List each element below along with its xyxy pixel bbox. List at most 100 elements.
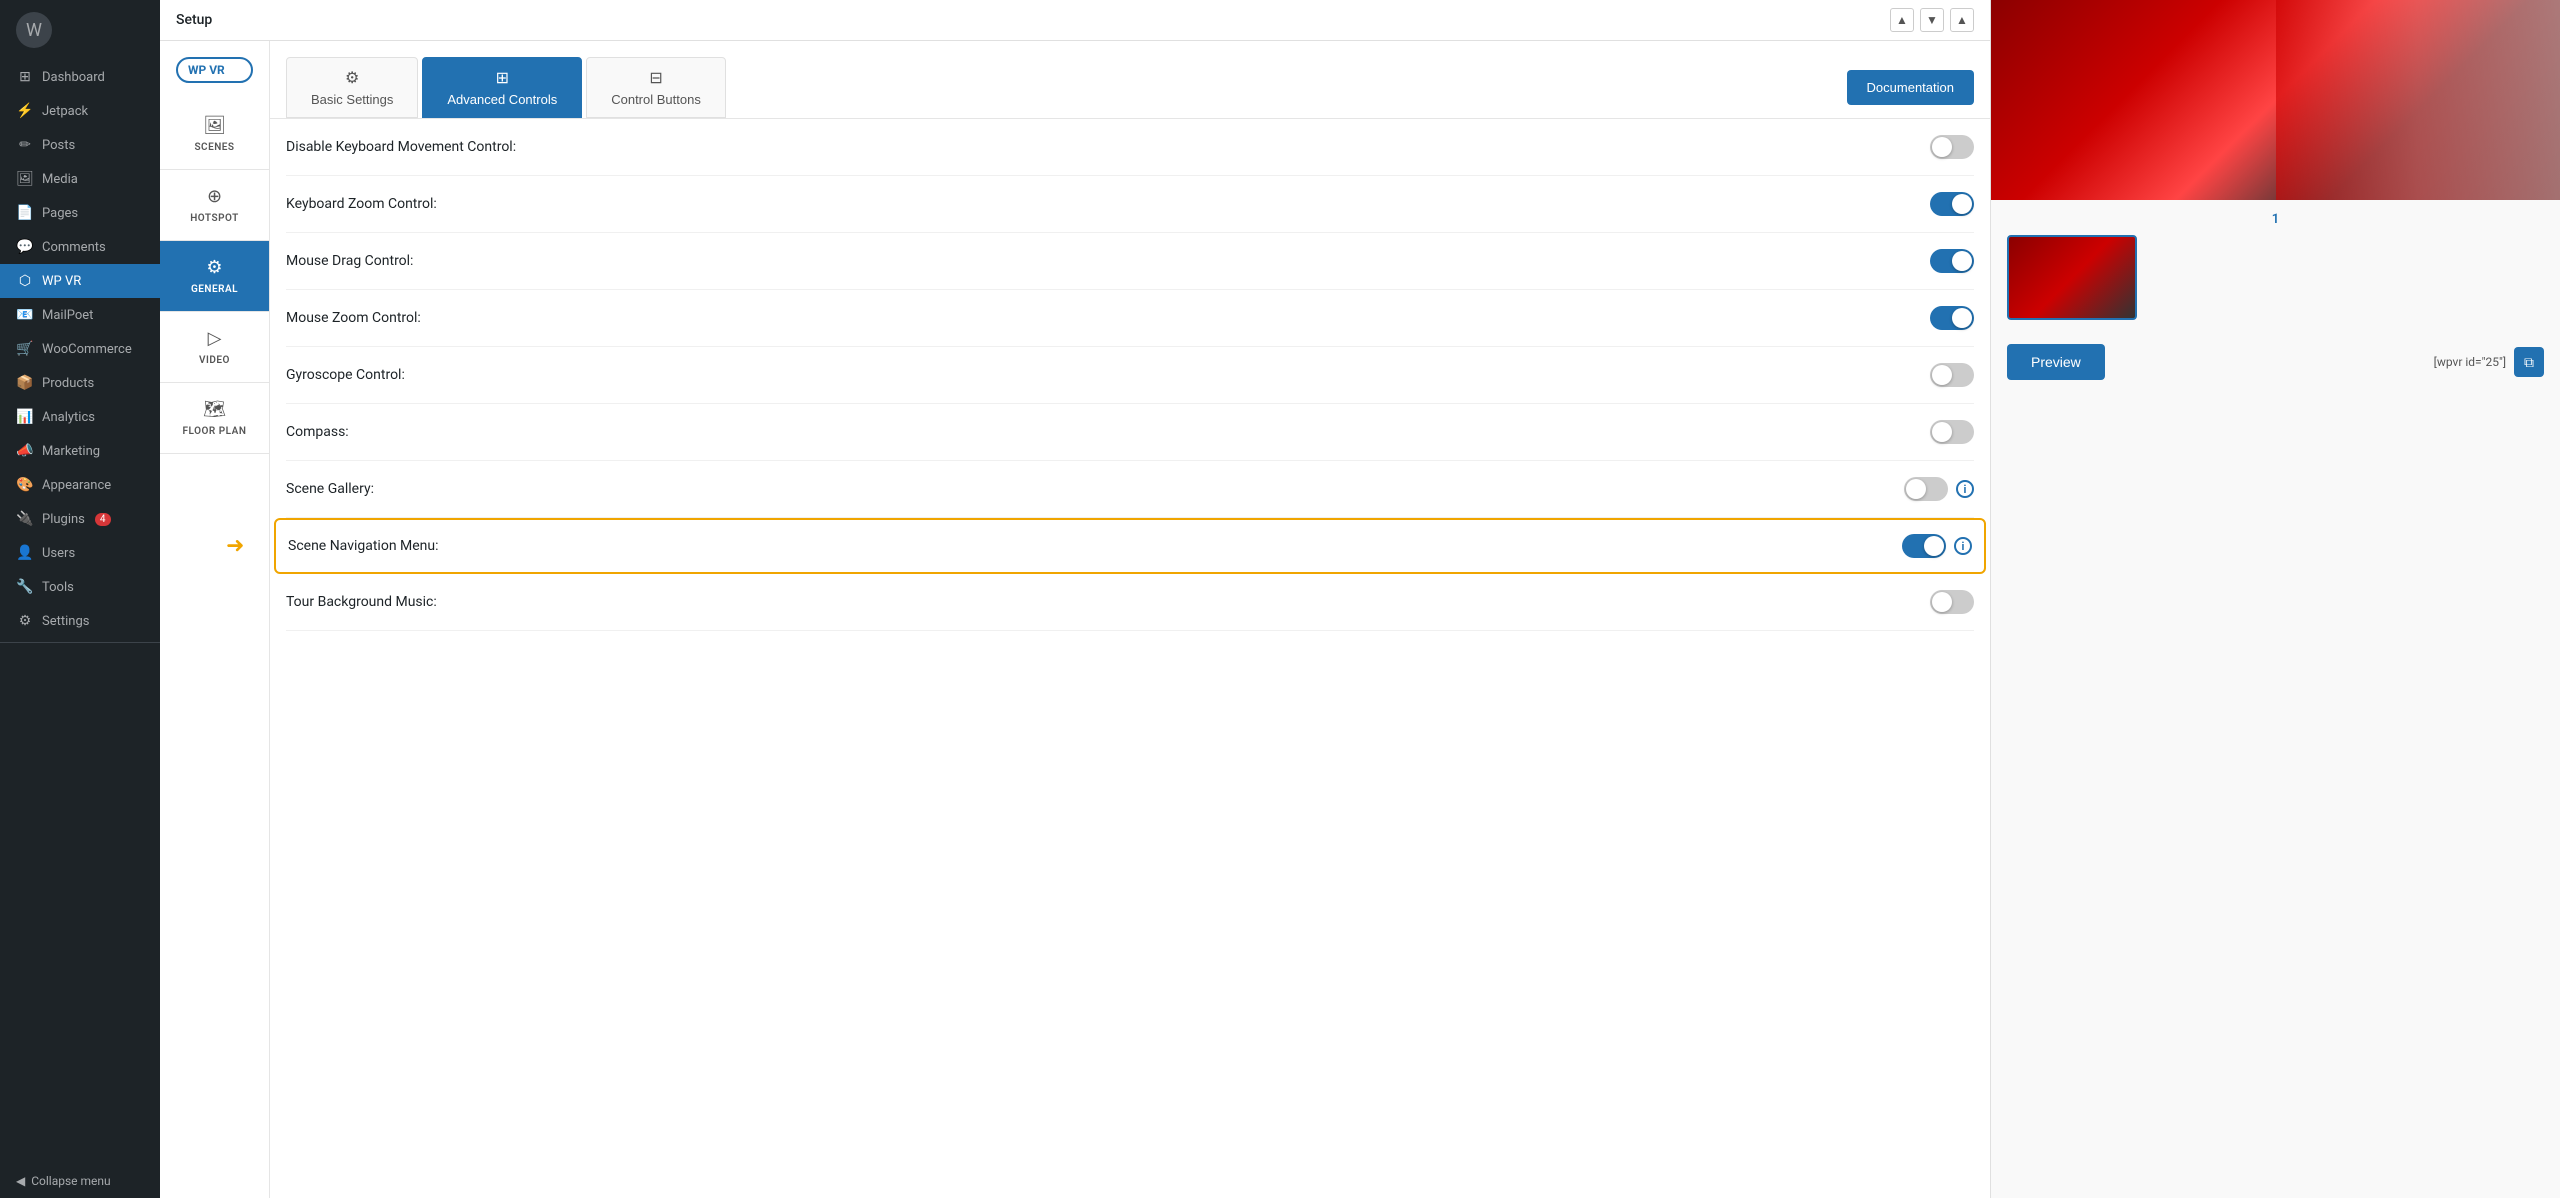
floor-plan-nav-icon: 🗺 (203, 399, 226, 420)
sidebar-item-users[interactable]: 👤 Users (0, 536, 160, 570)
setting-label-mouse-zoom: Mouse Zoom Control: (286, 310, 421, 326)
wpvr-logo-text: WP VR (188, 63, 225, 77)
sidebar-item-wp-vr[interactable]: ⬡ WP VR (0, 264, 160, 298)
sidebar-item-label: Posts (42, 138, 75, 153)
setting-row-scene-navigation: ➜ Scene Navigation Menu: i (274, 518, 1986, 574)
sidebar-item-pages[interactable]: 📄 Pages (0, 196, 160, 230)
sidebar-item-label: Products (42, 376, 94, 391)
setting-row-gyroscope: Gyroscope Control: (286, 347, 1974, 404)
sidebar-item-dashboard[interactable]: ⊞ Dashboard (0, 60, 160, 94)
toggle-mouse-zoom[interactable] (1930, 306, 1974, 330)
analytics-icon: 📊 (16, 408, 34, 426)
right-panel: 1 Preview [wpvr id="25"] ⧉ (1990, 0, 2560, 1198)
sidebar-item-mailpoet[interactable]: 📧 MailPoet (0, 298, 160, 332)
sidebar-item-label: Settings (42, 614, 89, 629)
comments-icon: 💬 (16, 238, 34, 256)
setting-controls-mouse-zoom (1930, 306, 1974, 330)
preview-button[interactable]: Preview (2007, 344, 2105, 380)
sidebar-item-comments[interactable]: 💬 Comments (0, 230, 160, 264)
toggle-scene-gallery[interactable] (1904, 477, 1948, 501)
advanced-controls-tab-label: Advanced Controls (447, 92, 557, 107)
toggle-mouse-drag[interactable] (1930, 249, 1974, 273)
left-nav-item-scenes[interactable]: 🖼 SCENES (160, 99, 269, 170)
sidebar-divider (0, 642, 160, 643)
toggle-disable-keyboard[interactable] (1930, 135, 1974, 159)
sidebar-item-label: Plugins (42, 512, 85, 527)
setup-down-button[interactable]: ▼ (1920, 8, 1944, 32)
setting-row-keyboard-zoom: Keyboard Zoom Control: (286, 176, 1974, 233)
floor-plan-nav-label: FLOOR PLAN (183, 426, 247, 437)
left-nav-item-floor-plan[interactable]: 🗺 FLOOR PLAN (160, 383, 269, 454)
preview-image (1991, 0, 2560, 200)
toggle-keyboard-zoom[interactable] (1930, 192, 1974, 216)
sidebar-item-plugins[interactable]: 🔌 Plugins 4 (0, 502, 160, 536)
copy-shortcode-button[interactable]: ⧉ (2514, 347, 2544, 377)
toggle-compass[interactable] (1930, 420, 1974, 444)
sidebar-item-media[interactable]: 🖼 Media (0, 162, 160, 196)
sidebar: W ⊞ Dashboard ⚡ Jetpack ✏ Posts 🖼 Media … (0, 0, 160, 1198)
sidebar-item-label: Media (42, 172, 78, 187)
tabs-row: ⚙ Basic Settings⊞ Advanced Controls⊟ Con… (270, 41, 1990, 119)
dashboard-icon: ⊞ (16, 68, 34, 86)
setting-controls-tour-background-music (1930, 590, 1974, 614)
sidebar-item-label: Appearance (42, 478, 111, 493)
sidebar-item-marketing[interactable]: 📣 Marketing (0, 434, 160, 468)
setup-up-button[interactable]: ▲ (1890, 8, 1914, 32)
sidebar-item-label: Users (42, 546, 75, 561)
setting-label-scene-gallery: Scene Gallery: (286, 481, 374, 497)
media-icon: 🖼 (16, 170, 34, 188)
toggle-tour-background-music[interactable] (1930, 590, 1974, 614)
setting-controls-compass (1930, 420, 1974, 444)
tab-basic-settings[interactable]: ⚙ Basic Settings (286, 57, 418, 118)
tab-advanced-controls[interactable]: ⊞ Advanced Controls (422, 57, 582, 118)
woocommerce-icon: 🛒 (16, 340, 34, 358)
sidebar-item-products[interactable]: 📦 Products (0, 366, 160, 400)
sidebar-item-label: Pages (42, 206, 78, 221)
badge-plugins: 4 (95, 513, 111, 526)
setting-controls-gyroscope (1930, 363, 1974, 387)
left-nav-item-hotspot[interactable]: ⊕ HOTSPOT (160, 170, 269, 241)
left-nav-item-video[interactable]: ▷ VIDEO (160, 312, 269, 383)
left-nav: WP VR 🖼 SCENES⊕ HOTSPOT⚙ GENERAL▷ VIDEO🗺… (160, 41, 270, 1198)
setting-row-compass: Compass: (286, 404, 1974, 461)
scene-thumbnail[interactable] (2007, 235, 2137, 320)
sidebar-item-posts[interactable]: ✏ Posts (0, 128, 160, 162)
setting-controls-keyboard-zoom (1930, 192, 1974, 216)
scene-strip: 1 (1991, 200, 2560, 332)
sidebar-item-appearance[interactable]: 🎨 Appearance (0, 468, 160, 502)
info-icon-scene-navigation[interactable]: i (1954, 537, 1972, 555)
sidebar-item-label: WooCommerce (42, 342, 132, 357)
sidebar-item-label: Analytics (42, 410, 95, 425)
sidebar-item-analytics[interactable]: 📊 Analytics (0, 400, 160, 434)
sidebar-item-label: MailPoet (42, 308, 93, 323)
collapse-label: Collapse menu (31, 1174, 110, 1188)
sidebar-item-label: Marketing (42, 444, 100, 459)
sidebar-item-tools[interactable]: 🔧 Tools (0, 570, 160, 604)
sidebar-item-jetpack[interactable]: ⚡ Jetpack (0, 94, 160, 128)
left-nav-item-general[interactable]: ⚙ GENERAL (160, 241, 269, 312)
control-buttons-tab-icon: ⊟ (649, 68, 662, 88)
setup-close-button[interactable]: ▲ (1950, 8, 1974, 32)
preview-overlay (2276, 0, 2560, 200)
sidebar-item-woocommerce[interactable]: 🛒 WooCommerce (0, 332, 160, 366)
sidebar-item-settings[interactable]: ⚙ Settings (0, 604, 160, 638)
info-icon-scene-gallery[interactable]: i (1956, 480, 1974, 498)
collapse-icon: ◀ (16, 1174, 25, 1188)
setup-header: Setup ▲ ▼ ▲ (160, 0, 1990, 41)
hotspot-nav-icon: ⊕ (207, 186, 222, 207)
toggle-scene-navigation[interactable] (1902, 534, 1946, 558)
setting-label-disable-keyboard: Disable Keyboard Movement Control: (286, 139, 516, 155)
wp-vr-icon: ⬡ (16, 272, 34, 290)
setting-row-tour-background-music: Tour Background Music: (286, 574, 1974, 631)
tabs-group: ⚙ Basic Settings⊞ Advanced Controls⊟ Con… (286, 57, 726, 118)
setting-label-compass: Compass: (286, 424, 349, 440)
setting-label-keyboard-zoom: Keyboard Zoom Control: (286, 196, 437, 212)
documentation-button[interactable]: Documentation (1847, 70, 1974, 105)
collapse-menu-button[interactable]: ◀ Collapse menu (0, 1164, 160, 1198)
mailpoet-icon: 📧 (16, 306, 34, 324)
tab-control-buttons[interactable]: ⊟ Control Buttons (586, 57, 726, 118)
products-icon: 📦 (16, 374, 34, 392)
copy-icon: ⧉ (2524, 354, 2534, 371)
scenes-nav-icon: 🖼 (203, 115, 226, 136)
toggle-gyroscope[interactable] (1930, 363, 1974, 387)
